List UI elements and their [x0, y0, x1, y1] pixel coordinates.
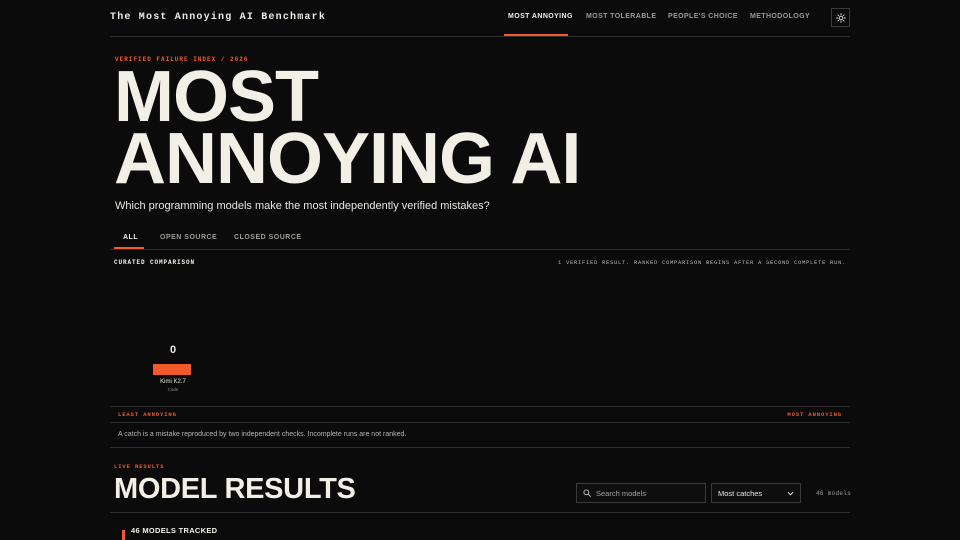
bar-category-label: Kimi K2.7 [160, 379, 186, 385]
nav-most-annoying[interactable]: MOST ANNOYING [508, 13, 573, 20]
section-divider [110, 447, 850, 448]
tab-closed-source[interactable]: CLOSED SOURCE [234, 234, 302, 241]
bar-value-label: 0 [169, 344, 177, 356]
comparison-chart: 0 Kimi K2.7 Code [110, 268, 850, 406]
tab-all[interactable]: ALL [123, 234, 138, 241]
nav-methodology[interactable]: METHODOLOGY [750, 13, 810, 20]
sun-icon [835, 12, 846, 23]
comparison-note: 1 VERIFIED RESULT. RANKED COMPARISON BEG… [557, 259, 846, 266]
chart-axis-divider [110, 422, 850, 423]
chevron-down-icon [787, 491, 794, 496]
sort-select[interactable]: Most catches [711, 483, 801, 503]
comparison-label: CURATED COMPARISON [114, 259, 196, 266]
results-title: MODEL RESULTS [114, 473, 356, 505]
search-input[interactable] [596, 488, 696, 498]
axis-label-least: LEAST ANNOYING [118, 411, 177, 418]
nav-peoples-choice[interactable]: PEOPLE'S CHOICE [668, 13, 738, 20]
axis-label-most: MOST ANNOYING [787, 411, 842, 418]
search-icon [583, 489, 591, 497]
sort-selected-value: Most catches [718, 488, 763, 498]
search-box[interactable] [576, 483, 706, 503]
nav-most-tolerable[interactable]: MOST TOLERABLE [586, 13, 656, 20]
tab-open-source[interactable]: OPEN SOURCE [160, 234, 217, 241]
model-count: 46 models [816, 490, 852, 497]
models-tracked-label: 46 MODELS TRACKED [131, 526, 218, 535]
chart-bar[interactable] [153, 364, 191, 375]
hero-title-line-2: ANNOYING AI [114, 119, 581, 199]
hero-title: MOST ANNOYING AI [114, 61, 581, 199]
theme-toggle-button[interactable] [831, 8, 850, 27]
results-eyebrow: LIVE RESULTS [114, 463, 165, 470]
hero-subtitle: Which programming models make the most i… [115, 200, 490, 212]
bar-sub-label: Code [167, 387, 179, 392]
tabs-divider [110, 249, 850, 250]
results-divider [110, 512, 850, 513]
tracked-accent-bar [122, 530, 125, 540]
comparison-footnote: A catch is a mistake reproduced by two i… [118, 431, 407, 438]
chart-baseline [110, 406, 850, 407]
header-divider [110, 36, 850, 37]
main-nav: MOST ANNOYING MOST TOLERABLE PEOPLE'S CH… [0, 0, 960, 36]
